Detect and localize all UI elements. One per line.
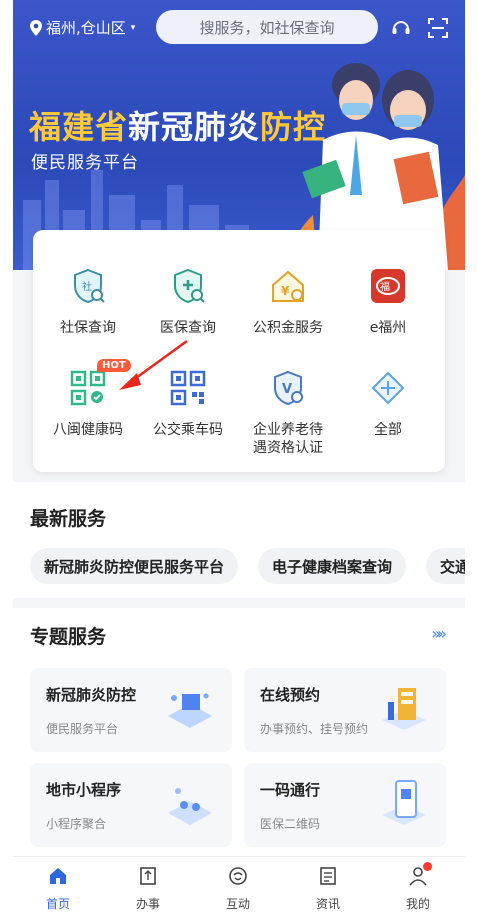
service-label: 企业养老待 遇资格认证 [238, 421, 338, 457]
service-label-line2: 遇资格认证 [253, 440, 323, 456]
search-input[interactable]: 搜服务，如社保查询 [156, 10, 378, 44]
latest-service-chip[interactable]: 新冠肺炎防控便民服务平台 [30, 548, 239, 584]
services-grid: 社 社保查询 医保查询 ¥ 公积金服务 福 e福州 HOT 八闽健康码 公交乘车… [33, 230, 445, 472]
service-label: 八闽健康码 [53, 422, 123, 438]
service-housing-fund[interactable]: ¥ 公积金服务 [238, 266, 338, 337]
pension-certification-icon: V [274, 370, 303, 406]
nav-news[interactable]: 资讯 [298, 865, 358, 912]
topic-card-covid[interactable]: 新冠肺炎防控 便民服务平台 [30, 668, 232, 752]
topic-services-section: 专题服务 »» 新冠肺炎防控 便民服务平台 在线预约 办事预约、挂号预约 地市小… [13, 608, 465, 856]
red-annotation-arrow [119, 339, 188, 390]
appointment-illustration [382, 688, 426, 730]
tasks-icon [140, 867, 156, 885]
topic-card-title: 在线预约 [260, 686, 321, 704]
service-pension-certification[interactable]: V 企业养老待 遇资格认证 [238, 368, 338, 457]
svg-text:社: 社 [82, 280, 92, 293]
topic-card-desc: 办事预约、挂号预约 [260, 722, 369, 736]
service-label: 公交乘车码 [153, 422, 223, 438]
nav-home[interactable]: 首页 [28, 865, 88, 912]
health-code-qr-icon [70, 370, 106, 406]
social-security-shield-icon: 社 [74, 268, 105, 304]
latest-services-section: 最新服务 新冠肺炎防控便民服务平台 电子健康档案查询 交通 [13, 482, 465, 598]
interaction-icon [229, 867, 247, 885]
scan-icon[interactable] [427, 17, 449, 39]
nav-label: 办事 [135, 897, 160, 911]
housing-fund-icon: ¥ [272, 270, 304, 302]
service-social-security[interactable]: 社 社保查询 [38, 266, 138, 337]
bottom-navigation: 首页 办事 互动 资讯 我的 [13, 856, 465, 921]
banner-title-part2: 新冠肺炎 [128, 108, 261, 146]
svg-text:¥: ¥ [281, 284, 290, 298]
location-selector[interactable]: 福州,仓山区 ▾ [29, 17, 135, 38]
topic-card-title: 地市小程序 [46, 781, 122, 799]
service-all[interactable]: 全部 [338, 368, 438, 439]
nav-label: 我的 [405, 897, 430, 911]
nav-profile[interactable]: 我的 [388, 862, 448, 912]
location-text: 福州,仓山区 [46, 19, 126, 37]
banner-title-part1: 福建省 [29, 108, 129, 146]
service-label: 公积金服务 [253, 320, 323, 336]
latest-services-title: 最新服务 [30, 508, 107, 530]
banner-subtitle: 便民服务平台 [31, 153, 139, 173]
topic-card-desc: 医保二维码 [260, 817, 321, 831]
topic-card-title: 一码通行 [260, 781, 321, 799]
location-pin-icon [30, 19, 42, 36]
dropdown-arrow-icon: ▾ [130, 22, 136, 33]
topic-card-desc: 小程序聚合 [46, 817, 107, 831]
topic-services-title: 专题服务 [30, 626, 107, 648]
phone-screen: 福州,仓山区 ▾ 搜服务，如社保查询 福建省新冠肺炎防控 便民服务平台 社 社保… [13, 0, 465, 921]
one-code-pass-illustration [382, 780, 426, 825]
topic-card-appointment[interactable]: 在线预约 办事预约、挂号预约 [244, 668, 446, 752]
mini-programs-illustration [168, 788, 212, 825]
svg-text:V: V [282, 382, 292, 397]
latest-service-chip[interactable]: 交通 [426, 548, 465, 584]
topic-card-mini-programs[interactable]: 地市小程序 小程序聚合 [30, 763, 232, 847]
nav-label: 首页 [45, 897, 70, 911]
more-link[interactable]: »» [431, 624, 446, 643]
nav-interaction[interactable]: 互动 [208, 865, 268, 912]
topic-card-title: 新冠肺炎防控 [46, 686, 137, 704]
home-icon [50, 868, 66, 884]
search-placeholder: 搜服务，如社保查询 [199, 18, 335, 37]
top-bar: 福州,仓山区 ▾ 搜服务，如社保查询 [13, 8, 465, 48]
nav-tasks[interactable]: 办事 [118, 865, 178, 912]
customer-service-icon[interactable] [390, 17, 412, 39]
medical-insurance-shield-icon [174, 268, 205, 304]
all-services-icon [371, 371, 405, 405]
service-label-line1: 企业养老待 [253, 422, 323, 438]
nav-label: 互动 [225, 897, 250, 911]
svg-text:福: 福 [380, 280, 390, 293]
e-fuzhou-logo-icon: 福 [371, 269, 405, 303]
service-e-fuzhou[interactable]: 福 e福州 [338, 266, 438, 337]
news-icon [320, 867, 336, 885]
notification-dot [423, 862, 432, 871]
service-label: e福州 [369, 320, 407, 336]
nav-label: 资讯 [315, 897, 340, 911]
topic-card-desc: 便民服务平台 [46, 722, 119, 736]
topic-card-one-code-pass[interactable]: 一码通行 医保二维码 [244, 763, 446, 847]
service-label: 全部 [374, 422, 402, 438]
covid-platform-illustration [168, 693, 212, 728]
service-medical-insurance[interactable]: 医保查询 [138, 266, 238, 337]
latest-service-chip[interactable]: 电子健康档案查询 [258, 548, 407, 584]
